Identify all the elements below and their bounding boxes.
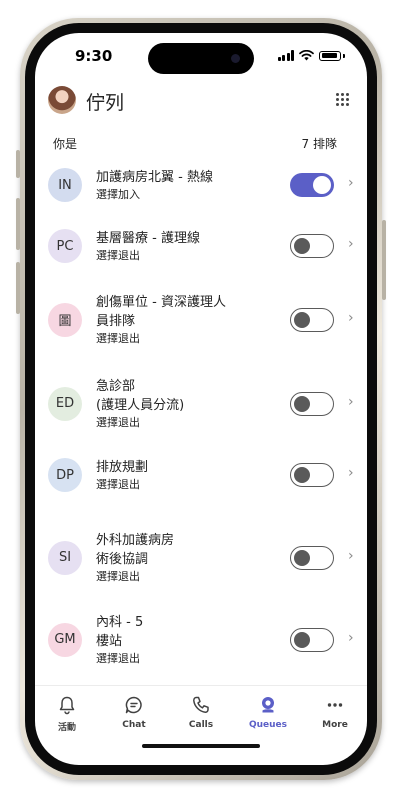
queues-icon: [243, 694, 293, 716]
chat-icon: [109, 694, 159, 716]
you-are-label: 你是: [53, 137, 78, 151]
chevron-right-icon[interactable]: ›: [348, 310, 354, 326]
toggle-knob: [294, 395, 310, 412]
queue-status: 選擇退出: [96, 570, 140, 583]
tab-label: Queues: [248, 720, 288, 730]
queue-status: 選擇退出: [96, 652, 140, 665]
queue-opt-in-toggle[interactable]: [290, 545, 334, 570]
queue-name: 加護病房北翼 - 熱線: [96, 170, 213, 185]
toggle-knob: [294, 467, 310, 483]
queue-status: 選擇退出: [96, 249, 140, 262]
more-icon: [310, 694, 360, 716]
queue-name: 基層醫療 - 護理線: [96, 231, 200, 246]
wifi-icon: [299, 50, 314, 61]
queue-status: 選擇退出: [96, 478, 140, 491]
queue-count: 7 排隊: [301, 137, 337, 151]
queue-status: 選擇退出: [96, 416, 140, 429]
chevron-right-icon[interactable]: ›: [348, 630, 354, 646]
toggle-knob: [294, 631, 310, 648]
queue-opt-in-toggle[interactable]: [290, 173, 334, 197]
queue-avatar: ED: [48, 386, 82, 421]
queue-text: 排放規劃 選擇退出: [96, 458, 296, 492]
queue-text: 基層醫療 - 護理線 選擇退出: [96, 229, 296, 263]
volume-down-button: [16, 262, 20, 314]
phone-icon: [176, 694, 226, 716]
battery-icon: [319, 50, 341, 61]
battery-tip: [343, 53, 345, 58]
queue-opt-in-toggle[interactable]: [290, 391, 334, 416]
toggle-knob: [294, 238, 310, 254]
tab-activity[interactable]: 活動: [42, 694, 92, 733]
dynamic-island: [148, 43, 254, 74]
bell-icon: [42, 694, 92, 716]
queue-text: 加護病房北翼 - 熱線 選擇加入: [96, 168, 296, 202]
tab-label: Calls: [188, 720, 214, 730]
chevron-right-icon[interactable]: ›: [348, 236, 354, 252]
tab-calls[interactable]: Calls: [176, 694, 226, 730]
queue-status: 選擇加入: [96, 188, 140, 201]
toggle-knob: [294, 311, 310, 328]
queue-opt-in-toggle[interactable]: [290, 234, 334, 258]
queue-avatar: 圖: [48, 302, 82, 337]
queue-name: 外科加護病房 術後協調: [96, 533, 175, 567]
tab-label: 活動: [57, 723, 76, 733]
queue-name: 急診部 (護理人員分流): [96, 379, 185, 413]
chevron-right-icon[interactable]: ›: [348, 465, 354, 481]
dialpad-icon[interactable]: [336, 93, 349, 106]
status-icons: [277, 50, 345, 61]
queue-name: 創傷單位 - 資深護理人 員排隊: [96, 295, 226, 329]
queue-avatar: SI: [48, 540, 82, 575]
tab-label: Chat: [122, 720, 146, 730]
user-avatar[interactable]: [48, 86, 76, 114]
queue-name: 內科 - 5 樓站: [96, 615, 144, 649]
cellular-signal-icon: [277, 50, 294, 61]
page-title: 佇列: [86, 92, 125, 114]
queue-opt-in-toggle[interactable]: [290, 463, 334, 487]
tab-more[interactable]: More: [310, 694, 360, 730]
queue-text: 外科加護病房 術後協調選擇退出: [96, 531, 296, 584]
queue-avatar: IN: [48, 168, 82, 202]
camera-icon: [231, 54, 240, 63]
tab-queues[interactable]: Queues: [243, 694, 293, 730]
queue-avatar: DP: [48, 458, 82, 492]
volume-up-button: [16, 198, 20, 250]
queue-text: 內科 - 5 樓站選擇退出: [96, 613, 296, 666]
chevron-right-icon[interactable]: ›: [348, 175, 354, 191]
home-indicator: [142, 744, 260, 748]
action-button: [16, 150, 20, 178]
queue-name: 排放規劃: [96, 460, 149, 475]
tab-chat[interactable]: Chat: [109, 694, 159, 730]
queue-opt-in-toggle[interactable]: [290, 627, 334, 652]
chevron-right-icon[interactable]: ›: [348, 394, 354, 410]
queue-avatar: GM: [48, 622, 82, 657]
status-time: 9:30: [75, 47, 113, 65]
queue-opt-in-toggle[interactable]: [290, 307, 334, 332]
toggle-knob: [294, 549, 310, 566]
queue-status: 選擇退出: [96, 332, 140, 345]
tab-label: More: [322, 720, 348, 730]
queue-text: 急診部 (護理人員分流) 選擇退出: [96, 377, 296, 430]
power-button: [382, 220, 386, 300]
toggle-knob: [313, 176, 331, 194]
queue-avatar: PC: [48, 229, 82, 263]
app-screen: 9:30 佇列 你是 7 排隊 IN 加護病房北翼 - 熱線 選擇加入 › PC 基層醫療…: [35, 33, 367, 765]
queue-text: 創傷單位 - 資深護理人 員排隊選擇退出: [96, 293, 296, 346]
bottom-tab-bar: 活動 Chat Calls Queues More: [35, 685, 367, 742]
chevron-right-icon[interactable]: ›: [348, 548, 354, 564]
